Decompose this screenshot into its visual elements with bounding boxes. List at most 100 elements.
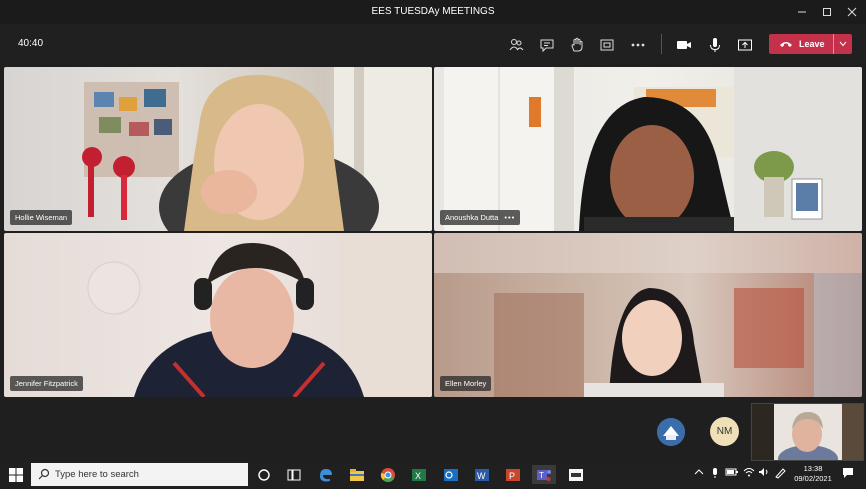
tray-mic[interactable] xyxy=(710,467,720,481)
svg-text:P: P xyxy=(509,471,515,481)
video-frame xyxy=(87,233,432,397)
app-icon xyxy=(568,468,583,481)
edge-icon xyxy=(319,468,332,481)
maximize-icon xyxy=(823,8,831,16)
mic-button[interactable] xyxy=(704,34,726,56)
file-explorer-icon xyxy=(349,468,364,481)
taskbar-clock[interactable]: 13:38 09/02/2021 xyxy=(792,464,834,484)
video-frame xyxy=(82,67,432,231)
teams-taskbar-button[interactable]: T xyxy=(532,465,556,484)
app-taskbar-button[interactable] xyxy=(566,465,585,484)
video-tile-jennifer[interactable]: Jennifer Fitzpatrick xyxy=(4,233,432,397)
svg-text:T: T xyxy=(539,471,544,480)
minimize-icon xyxy=(798,11,806,13)
clock-date: 09/02/2021 xyxy=(794,474,832,483)
file-explorer-button[interactable] xyxy=(347,465,366,484)
leave-dropdown[interactable] xyxy=(833,34,852,54)
notifications-icon xyxy=(843,468,853,478)
chrome-button[interactable] xyxy=(378,465,397,484)
video-tile-anoushka[interactable]: Anoushka Dutta ••• xyxy=(434,67,862,231)
toolbar-divider xyxy=(661,34,662,54)
video-frame xyxy=(444,67,862,231)
chat-icon xyxy=(540,39,554,53)
pen-icon xyxy=(775,468,786,479)
cortana-button[interactable] xyxy=(254,465,273,484)
participant-name-badge: Jennifer Fitzpatrick xyxy=(10,376,83,391)
tray-notifications[interactable] xyxy=(842,467,854,481)
more-icon xyxy=(631,43,645,47)
outlook-button[interactable] xyxy=(441,465,460,484)
start-icon xyxy=(9,468,23,482)
title-bar: EES TUESDAy MEETINGS xyxy=(0,0,866,24)
raise-hand-icon xyxy=(571,37,583,52)
task-view-button[interactable] xyxy=(284,465,303,484)
video-tile-hollie[interactable]: Hollie Wiseman xyxy=(4,67,432,231)
share-screen-icon xyxy=(738,39,752,51)
participant-name-badge: Anoushka Dutta ••• xyxy=(440,210,521,225)
meeting-toolbar: 40:40 Leave xyxy=(0,24,866,64)
tray-wifi[interactable] xyxy=(743,467,755,479)
search-placeholder: Type here to search xyxy=(55,469,139,480)
teams-icon: T xyxy=(537,469,551,481)
excel-icon: X xyxy=(411,468,426,481)
microphone-tray-icon xyxy=(713,468,717,478)
cortana-icon xyxy=(257,468,270,481)
svg-text:W: W xyxy=(477,471,486,481)
mic-icon xyxy=(710,38,720,52)
battery-icon xyxy=(725,468,738,476)
participant-avatar-nm[interactable]: NM xyxy=(710,417,739,446)
svg-text:X: X xyxy=(415,471,421,481)
participants-button[interactable] xyxy=(505,34,527,56)
camera-icon xyxy=(677,41,691,49)
tray-volume[interactable] xyxy=(758,467,770,479)
clock-time: 13:38 xyxy=(803,464,823,473)
powerpoint-button[interactable]: P xyxy=(503,465,522,484)
task-view-icon xyxy=(287,469,300,480)
leave-label: Leave xyxy=(799,39,825,49)
participants-icon xyxy=(509,39,524,51)
minimize-button[interactable] xyxy=(788,0,816,24)
maximize-button[interactable] xyxy=(813,0,841,24)
share-screen-button[interactable] xyxy=(734,34,756,56)
meeting-timer: 40:40 xyxy=(18,38,44,49)
tray-battery[interactable] xyxy=(725,467,739,479)
search-icon xyxy=(38,468,50,480)
hang-up-icon xyxy=(780,42,792,47)
close-icon xyxy=(847,7,857,17)
share-tray-button[interactable] xyxy=(596,34,618,56)
participant-name: Hollie Wiseman xyxy=(15,213,68,222)
tray-chevron[interactable] xyxy=(694,467,704,479)
volume-icon xyxy=(759,468,768,476)
chat-button[interactable] xyxy=(536,34,558,56)
self-video-frame xyxy=(752,404,863,460)
chrome-icon xyxy=(380,467,395,482)
chevron-up-icon xyxy=(694,469,704,475)
leave-button[interactable]: Leave xyxy=(769,34,852,54)
self-view[interactable] xyxy=(751,403,864,461)
excel-button[interactable]: X xyxy=(409,465,428,484)
participant-name-badge: Hollie Wiseman xyxy=(10,210,73,225)
video-tile-ellen[interactable]: Ellen Morley xyxy=(434,233,862,397)
participant-avatar[interactable] xyxy=(657,418,685,446)
taskbar-search-box[interactable]: Type here to search xyxy=(31,463,248,486)
raise-hand-button[interactable] xyxy=(566,34,588,56)
word-button[interactable]: W xyxy=(472,465,491,484)
participant-more-icon[interactable]: ••• xyxy=(504,213,515,222)
teams-window: EES TUESDAy MEETINGS 40:40 Leave Hollie … xyxy=(0,0,866,462)
camera-button[interactable] xyxy=(673,34,695,56)
leave-main[interactable]: Leave xyxy=(769,34,833,54)
share-tray-icon xyxy=(600,39,614,51)
edge-button[interactable] xyxy=(316,465,335,484)
more-options-button[interactable] xyxy=(627,34,649,56)
participant-name-badge: Ellen Morley xyxy=(440,376,492,391)
participant-name: Anoushka Dutta xyxy=(445,213,499,222)
chevron-down-icon xyxy=(839,41,847,47)
wifi-icon xyxy=(743,468,755,477)
tray-pen[interactable] xyxy=(774,467,786,481)
window-title: EES TUESDAy MEETINGS xyxy=(371,6,495,17)
start-button[interactable] xyxy=(6,466,26,484)
powerpoint-icon: P xyxy=(505,468,520,481)
close-button[interactable] xyxy=(838,0,866,24)
teams-avatar-icon xyxy=(657,418,685,446)
outlook-icon xyxy=(443,468,458,481)
